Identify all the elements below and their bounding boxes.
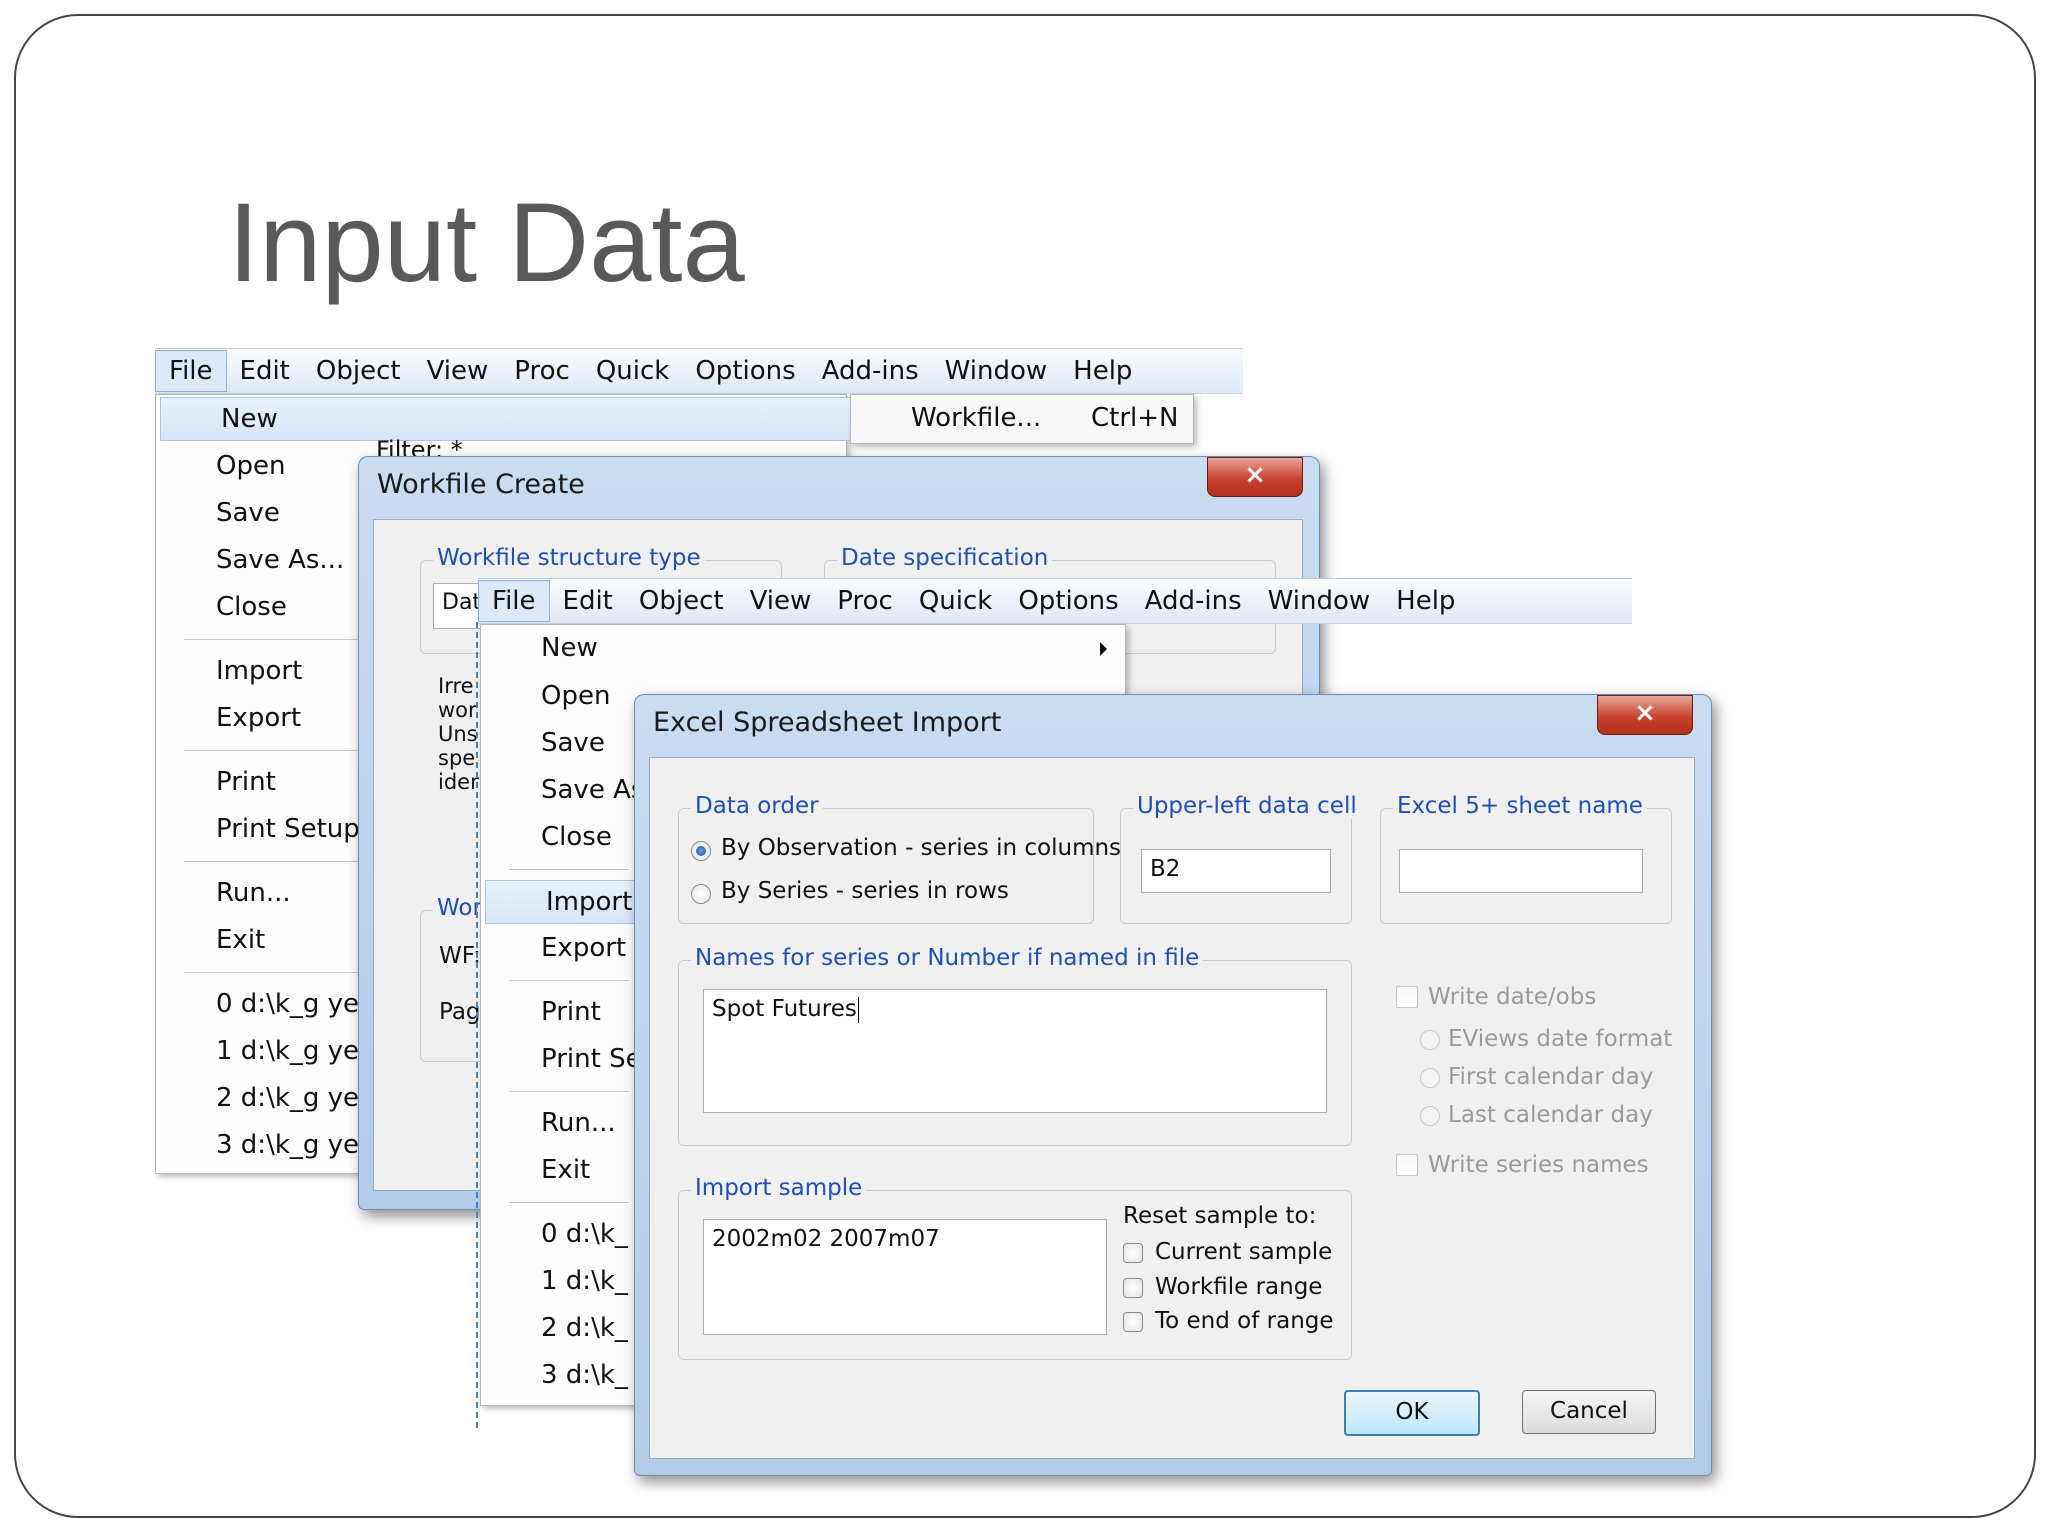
menu-item-label: New: [221, 404, 278, 434]
dialog-client: Data order By Observation - series in co…: [649, 757, 1695, 1459]
desc-line: spe: [438, 746, 476, 770]
data-order-group: Data order By Observation - series in co…: [678, 793, 1121, 924]
page-label: Pag: [439, 999, 481, 1025]
menu-view[interactable]: View: [414, 351, 502, 391]
radio-last-calendar-day[interactable]: [1420, 1106, 1440, 1126]
menu-separator: [509, 980, 629, 982]
menu-item-label: New: [541, 633, 598, 663]
menu-addins[interactable]: Add-ins: [809, 351, 932, 391]
excel-import-dialog: Excel Spreadsheet Import × Data order By…: [634, 694, 1712, 1476]
wf-label: WF:: [439, 943, 481, 969]
menu-object[interactable]: Object: [303, 351, 414, 391]
menu-object[interactable]: Object: [626, 581, 737, 621]
group-label: Workfile structure type: [433, 545, 705, 571]
desc-line: Irre: [438, 674, 474, 698]
reset-option-label: Workfile range: [1155, 1274, 1323, 1300]
structure-description: Irre wor Uns spe ider: [438, 674, 479, 794]
group-label: Data order: [691, 793, 823, 819]
menu-file[interactable]: File: [478, 580, 550, 622]
submenu-item-workfile[interactable]: Workfile... Ctrl+N: [851, 397, 1193, 439]
menu-edit[interactable]: Edit: [227, 351, 303, 391]
radio-by-observation[interactable]: [691, 841, 711, 861]
menu-addins[interactable]: Add-ins: [1132, 581, 1255, 621]
reset-workfile-range-button[interactable]: [1123, 1278, 1143, 1298]
menu-quick[interactable]: Quick: [583, 351, 683, 391]
menu-separator: [184, 639, 364, 641]
reset-option-label: Current sample: [1155, 1239, 1333, 1265]
focus-border: [476, 622, 478, 1428]
submenu-shortcut: Ctrl+N: [1091, 403, 1179, 433]
input-text: Spot Futures: [712, 996, 857, 1022]
menu-view[interactable]: View: [737, 581, 825, 621]
desc-line: Uns: [438, 722, 478, 746]
group-label: Names for series or Number if named in f…: [691, 945, 1204, 971]
group-label: Import sample: [691, 1175, 867, 1201]
menu-window[interactable]: Window: [932, 351, 1061, 391]
group-label: Excel 5+ sheet name: [1393, 793, 1647, 819]
text-cursor: [857, 996, 859, 1023]
menu-file[interactable]: File: [155, 350, 227, 392]
radio-label: By Observation - series in columns: [721, 835, 1122, 861]
reset-sample-label: Reset sample to:: [1123, 1203, 1317, 1229]
import-sample-input[interactable]: 2002m02 2007m07: [703, 1219, 1107, 1335]
radio-first-calendar-day[interactable]: [1420, 1068, 1440, 1088]
import-sample-group: Import sample 2002m02 2007m07 Reset samp…: [678, 1175, 1352, 1360]
close-icon[interactable]: ×: [1597, 695, 1693, 735]
dialog-title: Excel Spreadsheet Import: [653, 707, 1002, 738]
menu-separator: [184, 750, 364, 752]
menu-separator: [509, 1202, 629, 1204]
new-submenu: Workfile... Ctrl+N: [850, 394, 1194, 444]
radio-by-series[interactable]: [691, 884, 711, 904]
cancel-button[interactable]: Cancel: [1522, 1390, 1656, 1434]
menu-separator: [184, 861, 364, 863]
menu-proc[interactable]: Proc: [501, 351, 583, 391]
menubar-front: File Edit Object View Proc Quick Options…: [478, 578, 1632, 624]
group-label: Upper-left data cell: [1133, 793, 1361, 819]
menu-options[interactable]: Options: [1005, 581, 1131, 621]
sheet-name-group: Excel 5+ sheet name: [1380, 793, 1672, 924]
menu-help[interactable]: Help: [1060, 351, 1145, 391]
menu-item-import[interactable]: Import: [485, 880, 647, 924]
upper-left-cell-input[interactable]: B2: [1141, 849, 1331, 893]
group-label: Date specification: [837, 545, 1053, 571]
menu-edit[interactable]: Edit: [550, 581, 626, 621]
radio-label: First calendar day: [1448, 1064, 1654, 1090]
desc-line: wor: [438, 698, 477, 722]
upper-left-group: Upper-left data cell B2: [1120, 793, 1361, 924]
menu-separator: [509, 869, 629, 871]
reset-end-of-range-button[interactable]: [1123, 1312, 1143, 1332]
menu-options[interactable]: Options: [682, 351, 808, 391]
menu-item-new[interactable]: New: [160, 397, 898, 441]
menu-separator: [184, 972, 364, 974]
sheet-name-input[interactable]: [1399, 849, 1643, 893]
menu-separator: [509, 1091, 629, 1093]
submenu-item-label: Workfile...: [911, 403, 1042, 433]
radio-label: By Series - series in rows: [721, 878, 1009, 904]
write-date-obs-checkbox[interactable]: [1396, 986, 1418, 1008]
dialog-title: Workfile Create: [377, 469, 585, 500]
submenu-arrow-icon: [1100, 642, 1107, 656]
ok-button[interactable]: OK: [1344, 1390, 1480, 1436]
menu-proc[interactable]: Proc: [824, 581, 906, 621]
series-names-group: Names for series or Number if named in f…: [678, 945, 1352, 1146]
radio-eviews-date-format[interactable]: [1420, 1030, 1440, 1050]
menu-window[interactable]: Window: [1255, 581, 1384, 621]
radio-label: EViews date format: [1448, 1026, 1673, 1052]
series-names-input[interactable]: Spot Futures: [703, 989, 1327, 1113]
reset-option-label: To end of range: [1155, 1308, 1334, 1334]
menu-item-new[interactable]: New: [481, 627, 1125, 669]
checkbox-label: Write series names: [1428, 1152, 1649, 1178]
desc-line: ider: [438, 770, 479, 794]
write-series-names-checkbox[interactable]: [1396, 1154, 1418, 1176]
menu-help[interactable]: Help: [1383, 581, 1468, 621]
menubar-back: File Edit Object View Proc Quick Options…: [155, 348, 1243, 394]
menu-quick[interactable]: Quick: [906, 581, 1006, 621]
slide-title: Input Data: [228, 180, 745, 305]
checkbox-label: Write date/obs: [1428, 984, 1597, 1010]
radio-label: Last calendar day: [1448, 1102, 1653, 1128]
close-icon[interactable]: ×: [1207, 457, 1303, 497]
reset-current-sample-button[interactable]: [1123, 1243, 1143, 1263]
